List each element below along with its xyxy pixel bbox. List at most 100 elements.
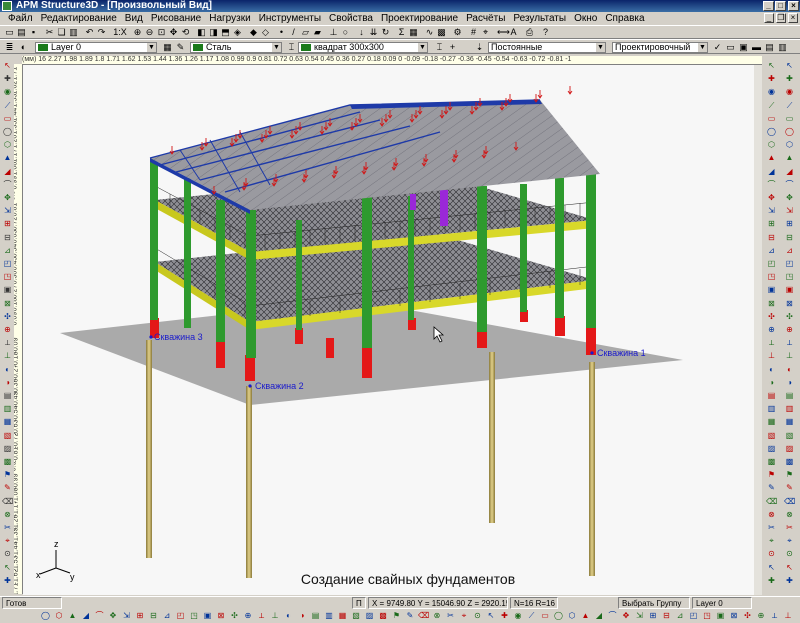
redo-icon[interactable]: ↷ — [96, 27, 107, 38]
perpendicular-icon[interactable]: ⟂ — [256, 610, 267, 621]
pencil-icon[interactable]: ✎ — [405, 610, 416, 621]
cross-frame-icon[interactable]: ⊠ — [784, 298, 795, 309]
pencil-icon[interactable]: ✎ — [784, 482, 795, 493]
arc-draw-icon[interactable]: ⌒ — [766, 179, 777, 190]
select-icon[interactable]: ↖ — [486, 610, 497, 621]
frame-icon[interactable]: ▣ — [2, 284, 13, 295]
support-icon[interactable]: ⊥ — [766, 350, 777, 361]
design-timber-icon[interactable]: ▤ — [764, 42, 775, 53]
hatch-d-icon[interactable]: ▧ — [351, 610, 362, 621]
hatch-a-icon[interactable]: ▤ — [2, 390, 13, 401]
rect-draw-icon[interactable]: ▭ — [540, 610, 551, 621]
delete-icon[interactable]: ⊗ — [766, 509, 777, 520]
node-add-icon[interactable]: ✚ — [784, 73, 795, 84]
hatch-e-icon[interactable]: ▨ — [364, 610, 375, 621]
design-foundation-icon[interactable]: ▬ — [751, 42, 762, 53]
grid-off-icon[interactable]: ⊟ — [2, 232, 13, 243]
wedge-draw-icon[interactable]: ◢ — [81, 610, 92, 621]
node-snap-icon[interactable]: ◉ — [784, 86, 795, 97]
view-front-icon[interactable]: ◧ — [196, 27, 207, 38]
polygon-draw-icon[interactable]: ⬡ — [766, 139, 777, 150]
hatch-d-icon[interactable]: ▧ — [784, 430, 795, 441]
circle-draw-icon[interactable]: ◯ — [40, 610, 51, 621]
hatch-b-icon[interactable]: ▥ — [784, 403, 795, 414]
line-draw-icon[interactable]: ⟋ — [766, 100, 777, 111]
move-icon[interactable]: ✥ — [621, 610, 632, 621]
delete-icon[interactable]: ⊗ — [432, 610, 443, 621]
move-icon[interactable]: ✥ — [108, 610, 119, 621]
hatch-a-icon[interactable]: ▤ — [766, 390, 777, 401]
menu-draw[interactable]: Рисование — [147, 13, 205, 24]
hatch-f-icon[interactable]: ▩ — [378, 610, 389, 621]
view-iso-icon[interactable]: ◈ — [232, 27, 243, 38]
frame-icon[interactable]: ▣ — [766, 284, 777, 295]
slope-icon[interactable]: ⊿ — [162, 610, 173, 621]
circle-draw-icon[interactable]: ◯ — [2, 126, 13, 137]
rect-draw-icon[interactable]: ▭ — [766, 113, 777, 124]
move-icon[interactable]: ✥ — [784, 192, 795, 203]
star-icon[interactable]: ✣ — [742, 610, 753, 621]
load-distributed-icon[interactable]: ⇊ — [368, 27, 379, 38]
chevron-down-icon[interactable]: ▼ — [272, 43, 281, 52]
mode-select[interactable]: Проектировочный ▼ — [612, 42, 708, 53]
select-icon[interactable]: ↖ — [766, 562, 777, 573]
support-icon[interactable]: ⊥ — [784, 350, 795, 361]
node-add-icon[interactable]: ✚ — [784, 575, 795, 586]
wedge-draw-icon[interactable]: ◢ — [766, 166, 777, 177]
hatch-a-icon[interactable]: ▤ — [310, 610, 321, 621]
hatch-d-icon[interactable]: ▧ — [2, 430, 13, 441]
select-icon[interactable]: ↖ — [766, 60, 777, 71]
star-icon[interactable]: ✣ — [2, 311, 13, 322]
triangle-draw-icon[interactable]: ▲ — [580, 610, 591, 621]
support-icon[interactable]: ⊥ — [2, 350, 13, 361]
polygon-draw-icon[interactable]: ⬡ — [567, 610, 578, 621]
arc-draw-icon[interactable]: ⌒ — [784, 179, 795, 190]
design-check-icon[interactable]: ✓ — [712, 42, 723, 53]
copy-icon[interactable]: ❏ — [56, 27, 67, 38]
cut-icon[interactable]: ✂ — [445, 610, 456, 621]
hatch-e-icon[interactable]: ▨ — [2, 443, 13, 454]
arc-draw-icon[interactable]: ⌒ — [607, 610, 618, 621]
select-icon[interactable]: ↖ — [784, 60, 795, 71]
circle-draw-icon[interactable]: ◯ — [553, 610, 564, 621]
node-add-icon[interactable]: ✚ — [499, 610, 510, 621]
calculate-icon[interactable]: Σ — [396, 27, 407, 38]
menu-tools[interactable]: Инструменты — [255, 13, 325, 24]
add-point-icon[interactable]: ⊕ — [756, 610, 767, 621]
scale-icon[interactable]: ⇲ — [634, 610, 645, 621]
design-steel-icon[interactable]: ▭ — [725, 42, 736, 53]
design-report-icon[interactable]: ▥ — [777, 42, 788, 53]
close-icon[interactable]: × — [788, 1, 799, 11]
support-icon[interactable]: ⊥ — [783, 610, 794, 621]
open-file-icon[interactable]: ▤ — [16, 27, 27, 38]
cross-frame-icon[interactable]: ⊠ — [729, 610, 740, 621]
menu-file[interactable]: Файл — [4, 13, 37, 24]
hatch-e-icon[interactable]: ▨ — [766, 443, 777, 454]
add-point-icon[interactable]: ⊕ — [243, 610, 254, 621]
layer-select[interactable]: Layer 0 ▼ — [35, 42, 157, 53]
zoom-in-icon[interactable]: ⊕ — [132, 27, 143, 38]
cut-icon[interactable]: ✂ — [2, 522, 13, 533]
hatch-b-icon[interactable]: ▥ — [2, 403, 13, 414]
center-icon[interactable]: ⊙ — [784, 548, 795, 559]
grid-on-icon[interactable]: ⊞ — [784, 218, 795, 229]
target-icon[interactable]: ⌖ — [784, 535, 795, 546]
arc-draw-icon[interactable]: ⌒ — [2, 179, 13, 190]
hatch-c-icon[interactable]: ▦ — [784, 416, 795, 427]
corner-a-icon[interactable]: ◰ — [784, 258, 795, 269]
hatch-f-icon[interactable]: ▩ — [766, 456, 777, 467]
arc-draw-icon[interactable]: ⌒ — [94, 610, 105, 621]
star-icon[interactable]: ✣ — [229, 610, 240, 621]
minimize-icon[interactable]: _ — [763, 1, 774, 11]
render-icon[interactable]: ◆ — [248, 27, 259, 38]
grid-off-icon[interactable]: ⊟ — [784, 232, 795, 243]
half-right-icon[interactable]: ◑ — [2, 377, 13, 388]
hatch-a-icon[interactable]: ▤ — [784, 390, 795, 401]
save-icon[interactable]: ▪ — [28, 27, 39, 38]
polygon-draw-icon[interactable]: ⬡ — [54, 610, 65, 621]
load-force-icon[interactable]: ↓ — [356, 27, 367, 38]
frame-icon[interactable]: ▣ — [202, 610, 213, 621]
rect-draw-icon[interactable]: ▭ — [2, 113, 13, 124]
move-icon[interactable]: ✥ — [2, 192, 13, 203]
wireframe-icon[interactable]: ◇ — [260, 27, 271, 38]
